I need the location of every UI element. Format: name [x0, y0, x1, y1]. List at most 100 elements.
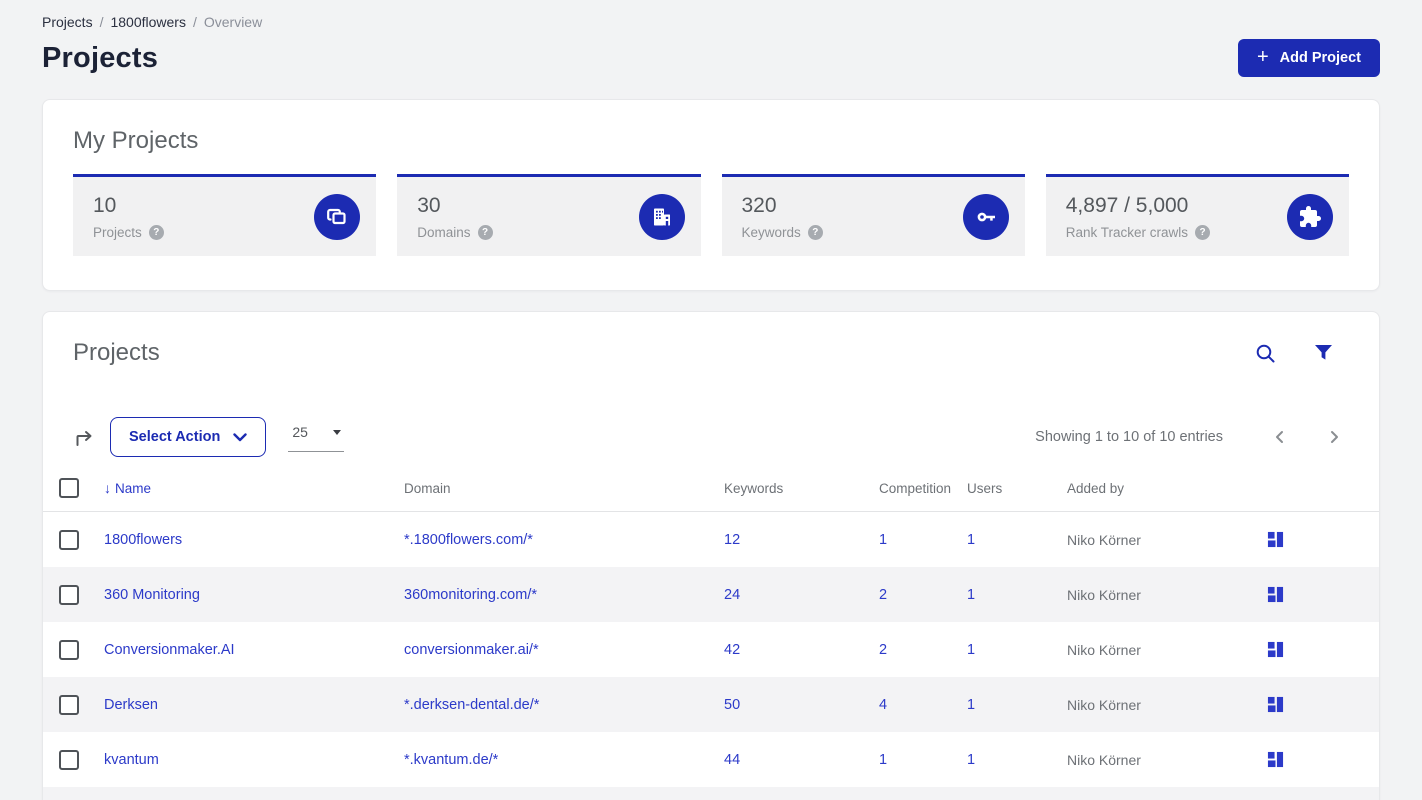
project-competition-link[interactable]: 2 [879, 642, 967, 658]
stat-domains-value: 30 [417, 193, 441, 217]
help-icon[interactable]: ? [1195, 224, 1211, 240]
table-row: kvantum *.kvantum.de/* 44 1 1 Niko Körne… [43, 732, 1379, 787]
project-keywords-link[interactable]: 42 [724, 642, 879, 658]
table-row: 1800flowers *.1800flowers.com/* 12 1 1 N… [43, 512, 1379, 567]
row-checkbox[interactable] [59, 639, 79, 660]
table-row: Derksen *.derksen-dental.de/* 50 4 1 Nik… [43, 677, 1379, 732]
row-checkbox[interactable] [59, 694, 79, 715]
chevron-down-icon [233, 432, 248, 442]
project-name-link[interactable]: 360 Monitoring [104, 587, 404, 603]
project-domain-link[interactable]: 360monitoring.com/* [404, 587, 724, 603]
building-icon [638, 193, 685, 240]
next-row-peek [43, 787, 1379, 800]
page-size-select[interactable]: 25 [288, 422, 345, 452]
dashboard-icon[interactable] [1267, 641, 1349, 658]
project-added-by: Niko Körner [1067, 696, 1141, 713]
stat-keywords-text: 320 Keywords ? [742, 194, 823, 240]
add-project-label: Add Project [1279, 50, 1361, 66]
page-size-value: 25 [292, 424, 308, 440]
dashboard-icon[interactable] [1267, 531, 1349, 548]
project-added-by: Niko Körner [1067, 531, 1141, 548]
row-checkbox[interactable] [59, 529, 79, 550]
stat-crawls-value: 4,897 / 5,000 [1065, 193, 1189, 217]
stat-keywords: 320 Keywords ? [721, 174, 1025, 256]
project-name-link[interactable]: Derksen [104, 697, 404, 713]
project-competition-link[interactable]: 1 [879, 752, 967, 768]
project-keywords-link[interactable]: 44 [724, 752, 879, 768]
dashboard-icon[interactable] [1267, 586, 1349, 603]
dashboard-icon[interactable] [1267, 751, 1349, 768]
breadcrumb-separator: / [99, 14, 104, 30]
project-competition-link[interactable]: 4 [879, 697, 967, 713]
next-page-icon[interactable] [1320, 426, 1349, 448]
stat-crawls: 4,897 / 5,000 Rank Tracker crawls ? [1045, 174, 1349, 256]
project-keywords-link[interactable]: 12 [724, 532, 879, 548]
filter-icon[interactable] [1314, 344, 1333, 362]
project-name-link[interactable]: kvantum [104, 752, 404, 768]
page-header: Projects + Add Project [42, 39, 1380, 77]
project-domain-link[interactable]: *.kvantum.de/* [404, 752, 724, 768]
stat-projects-value: 10 [93, 193, 117, 217]
page-title: Projects [42, 41, 159, 74]
project-competition-link[interactable]: 2 [879, 587, 967, 603]
add-project-button[interactable]: + Add Project [1237, 39, 1380, 77]
column-header-users[interactable]: Users [967, 481, 1067, 496]
project-added-by: Niko Körner [1067, 586, 1141, 603]
stat-keywords-value: 320 [741, 193, 777, 217]
project-keywords-link[interactable]: 24 [724, 587, 879, 603]
stat-domains-text: 30 Domains ? [417, 193, 493, 240]
my-projects-card: My Projects 10 Projects ? 30 Domains ? 3… [42, 99, 1380, 291]
select-action-label: Select Action [129, 429, 221, 445]
stat-crawls-label: Rank Tracker crawls [1065, 224, 1189, 240]
projects-table-card: Projects Select Action 25 Showing 1 to 1… [42, 311, 1380, 800]
project-users-link[interactable]: 1 [967, 642, 1067, 658]
prev-page-icon[interactable] [1265, 426, 1294, 448]
stat-projects: 10 Projects ? [73, 174, 377, 256]
help-icon[interactable]: ? [477, 224, 493, 240]
sort-desc-icon: ↓ [104, 480, 111, 496]
project-users-link[interactable]: 1 [967, 697, 1067, 713]
row-checkbox[interactable] [59, 584, 79, 605]
breadcrumb: Projects / 1800flowers / Overview [42, 14, 1380, 30]
caret-down-icon [333, 430, 342, 435]
select-all-checkbox[interactable] [59, 478, 79, 498]
stat-crawls-text: 4,897 / 5,000 Rank Tracker crawls ? [1065, 193, 1211, 240]
breadcrumb-1800flowers[interactable]: 1800flowers [110, 14, 186, 30]
table-header: ↓ Name Domain Keywords Competition Users… [43, 478, 1379, 512]
search-icon[interactable] [1255, 343, 1276, 364]
project-users-link[interactable]: 1 [967, 532, 1067, 548]
bulk-arrow-icon[interactable] [73, 426, 95, 448]
table-toolbar: Select Action 25 Showing 1 to 10 of 10 e… [43, 417, 1379, 457]
stats-row: 10 Projects ? 30 Domains ? 320 Keywords … [73, 174, 1349, 256]
project-competition-link[interactable]: 1 [879, 532, 967, 548]
project-name-link[interactable]: Conversionmaker.AI [104, 642, 404, 658]
project-domain-link[interactable]: conversionmaker.ai/* [404, 642, 724, 658]
breadcrumb-projects[interactable]: Projects [42, 14, 93, 30]
dashboard-icon[interactable] [1267, 696, 1349, 713]
help-icon[interactable]: ? [148, 224, 164, 240]
column-header-domain[interactable]: Domain [404, 481, 724, 496]
page: Projects / 1800flowers / Overview Projec… [0, 0, 1422, 800]
project-added-by: Niko Körner [1067, 751, 1141, 768]
table-row: Conversionmaker.AI conversionmaker.ai/* … [43, 622, 1379, 677]
project-domain-link[interactable]: *.derksen-dental.de/* [404, 697, 724, 713]
stat-domains: 30 Domains ? [397, 174, 701, 256]
row-checkbox[interactable] [59, 749, 79, 770]
help-icon[interactable]: ? [807, 224, 823, 240]
project-keywords-link[interactable]: 50 [724, 697, 879, 713]
column-header-competition[interactable]: Competition [879, 481, 967, 496]
column-header-added-by[interactable]: Added by [1067, 481, 1267, 496]
column-header-keywords[interactable]: Keywords [724, 481, 879, 496]
project-name-link[interactable]: 1800flowers [104, 532, 404, 548]
project-domain-link[interactable]: *.1800flowers.com/* [404, 532, 724, 548]
table-row: 360 Monitoring 360monitoring.com/* 24 2 … [43, 567, 1379, 622]
column-header-name[interactable]: ↓ Name [104, 480, 404, 496]
projects-panel-title: Projects [73, 339, 160, 366]
breadcrumb-overview: Overview [203, 14, 263, 30]
project-users-link[interactable]: 1 [967, 587, 1067, 603]
project-added-by: Niko Körner [1067, 641, 1141, 658]
puzzle-icon [1287, 193, 1333, 240]
select-action-dropdown[interactable]: Select Action [110, 417, 267, 457]
stat-keywords-label: Keywords [741, 224, 801, 240]
project-users-link[interactable]: 1 [967, 752, 1067, 768]
